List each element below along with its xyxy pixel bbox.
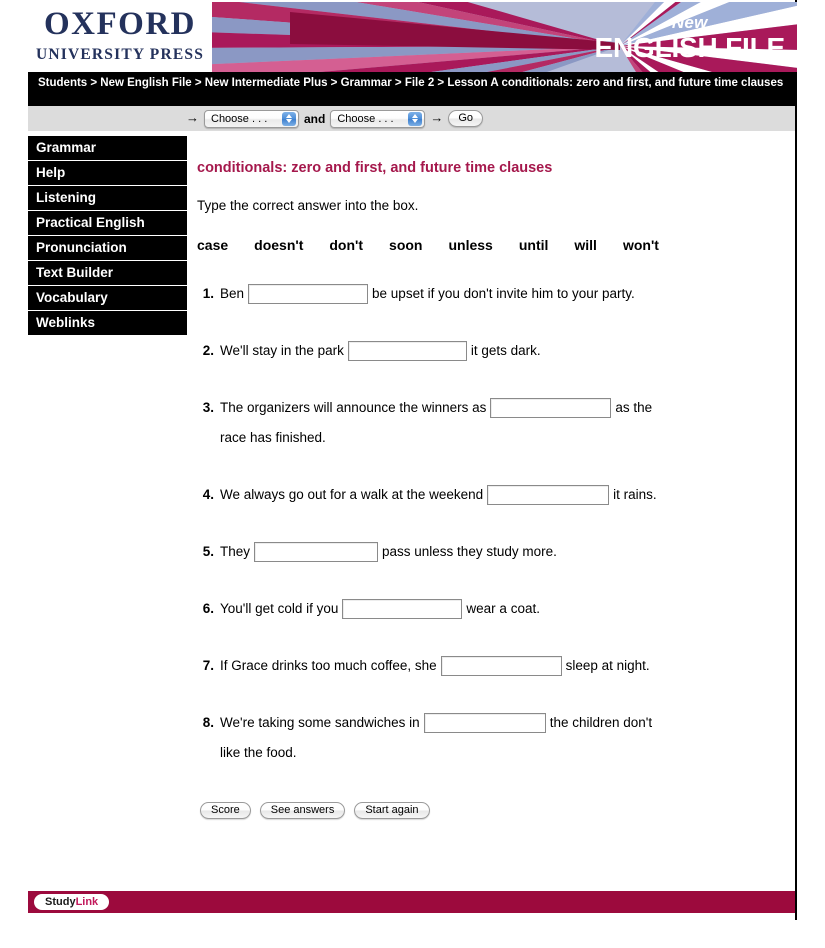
sidebar-item-practical-english[interactable]: Practical English (28, 211, 187, 236)
answer-input[interactable] (347, 341, 467, 362)
logo-product-name: ENGLISH FILE (594, 32, 786, 63)
publisher-name: OXFORD (44, 6, 196, 42)
answer-input[interactable] (440, 656, 562, 677)
question-row: 5. They pass unless they study more. (197, 537, 775, 567)
question-number: 7. (202, 658, 214, 673)
answer-input[interactable] (487, 485, 610, 506)
exercise-button-row: Score See answers Start again (197, 802, 775, 819)
page-frame: OXFORD UNIVERSITY PRESS New ENGLISH FILE… (28, 0, 797, 920)
studylink-badge[interactable]: StudyLink (34, 894, 110, 910)
word-bank-item: will (574, 237, 597, 253)
answer-input[interactable] (254, 542, 379, 563)
lesson-select[interactable]: Choose . . . (330, 109, 426, 128)
sidebar-nav: Grammar Help Listening Practical English… (28, 132, 187, 336)
chevron-updown-icon-2 (408, 111, 423, 126)
chevron-updown-icon (282, 111, 296, 126)
body-columns: Grammar Help Listening Practical English… (28, 132, 795, 819)
question-text-before: If Grace drinks too much coffee, she (220, 658, 437, 673)
question-text-before: The organizers will announce the winners… (220, 400, 487, 415)
question-text-before: You'll get cold if you (220, 601, 339, 616)
breadcrumb: Students > New English File > New Interm… (28, 72, 795, 106)
question-text-before: We always go out for a walk at the weeke… (220, 487, 484, 502)
question-row: 2. We'll stay in the park it gets dark. (197, 336, 775, 366)
question-number: 3. (202, 400, 214, 415)
question-text-before: We'll stay in the park (220, 343, 344, 358)
sidebar-item-grammar[interactable]: Grammar (28, 136, 187, 161)
instruction-text: Type the correct answer into the box. (197, 198, 419, 213)
chapter-select-value: Choose . . . (211, 112, 268, 125)
question-text-before: They (220, 544, 251, 559)
question-number: 2. (202, 343, 214, 358)
question-list: 1. Ben be upset if you don't invite him to… (197, 279, 775, 768)
studylink-word-link: Link (75, 896, 99, 908)
word-bank: case doesn't don't soon unless until wil… (197, 237, 775, 253)
navigation-toolbar: → Choose . . . and Choose . . . → Go (28, 106, 795, 132)
sidebar-item-help[interactable]: Help (28, 161, 187, 186)
question-number: 6. (202, 601, 214, 616)
answer-input[interactable] (248, 284, 369, 305)
question-text-continued: race has finished. (220, 430, 326, 445)
masthead: OXFORD UNIVERSITY PRESS New ENGLISH FILE (28, 0, 797, 72)
page-title: conditionals: zero and first, and future… (197, 160, 553, 176)
answer-input[interactable] (490, 398, 612, 419)
logo-new-word: New (671, 13, 708, 32)
question-number: 5. (202, 544, 214, 559)
start-again-button[interactable]: Start again (354, 802, 430, 819)
word-bank-item: don't (329, 237, 364, 253)
lesson-select-value: Choose . . . (337, 112, 394, 125)
word-bank-item: won't (622, 237, 659, 253)
question-number: 1. (202, 286, 214, 301)
breadcrumb-text: Students > New English File > New Interm… (38, 77, 784, 89)
word-bank-item: until (518, 237, 549, 253)
question-text-before: Ben (220, 286, 245, 301)
word-bank-item: case (197, 237, 229, 253)
arrow-right-icon-left: → (186, 110, 199, 125)
question-row: 3. The organizers will announce the winne… (197, 393, 775, 453)
arrow-right-icon: → (430, 110, 444, 125)
question-text-after: the children don't (549, 715, 653, 730)
answer-input[interactable] (423, 713, 546, 734)
footer-bar: StudyLink (28, 891, 795, 913)
question-number: 8. (202, 715, 214, 730)
question-text-after: be upset if you don't invite him to your… (372, 286, 635, 301)
word-bank-item: soon (389, 237, 423, 253)
question-row: 8. We're taking some sandwiches in the chi… (197, 708, 775, 768)
question-text-after: it gets dark. (470, 343, 541, 358)
question-row: 7. If Grace drinks too much coffee, she sl… (197, 651, 775, 681)
score-button[interactable]: Score (200, 802, 251, 819)
question-text-continued: like the food. (220, 745, 297, 760)
new-english-file-logo: New ENGLISH FILE (595, 14, 786, 62)
question-text-after: it rains. (613, 487, 657, 502)
conjunction-label: and (304, 111, 326, 126)
go-button[interactable]: Go (448, 110, 484, 127)
word-bank-item: unless (448, 237, 493, 253)
question-text-before: We're taking some sandwiches in (220, 715, 420, 730)
sidebar-item-pronunciation[interactable]: Pronunciation (28, 236, 187, 261)
exercise-content: conditionals: zero and first, and future… (187, 132, 795, 819)
answer-input[interactable] (342, 599, 463, 620)
word-bank-item: doesn't (254, 237, 304, 253)
question-row: 4. We always go out for a walk at the wee… (197, 480, 775, 510)
sidebar-item-listening[interactable]: Listening (28, 186, 187, 211)
oxford-university-press-logo: OXFORD UNIVERSITY PRESS (30, 8, 210, 63)
question-row: 6. You'll get cold if you wear a coat. (197, 594, 775, 624)
publisher-subtitle: UNIVERSITY PRESS (35, 46, 205, 63)
sidebar-item-weblinks[interactable]: Weblinks (28, 311, 187, 336)
question-text-after: sleep at night. (565, 658, 650, 673)
question-text-after: pass unless they study more. (382, 544, 557, 559)
question-text-after: as the (615, 400, 653, 415)
sidebar-item-vocabulary[interactable]: Vocabulary (28, 286, 187, 311)
chapter-select[interactable]: Choose . . . (204, 109, 299, 128)
question-text-after: wear a coat. (466, 601, 540, 616)
studylink-word-study: Study (45, 896, 76, 908)
question-row: 1. Ben be upset if you don't invite him to… (197, 279, 775, 309)
sidebar-item-text-builder[interactable]: Text Builder (28, 261, 187, 286)
question-number: 4. (202, 487, 214, 502)
see-answers-button[interactable]: See answers (259, 802, 346, 819)
